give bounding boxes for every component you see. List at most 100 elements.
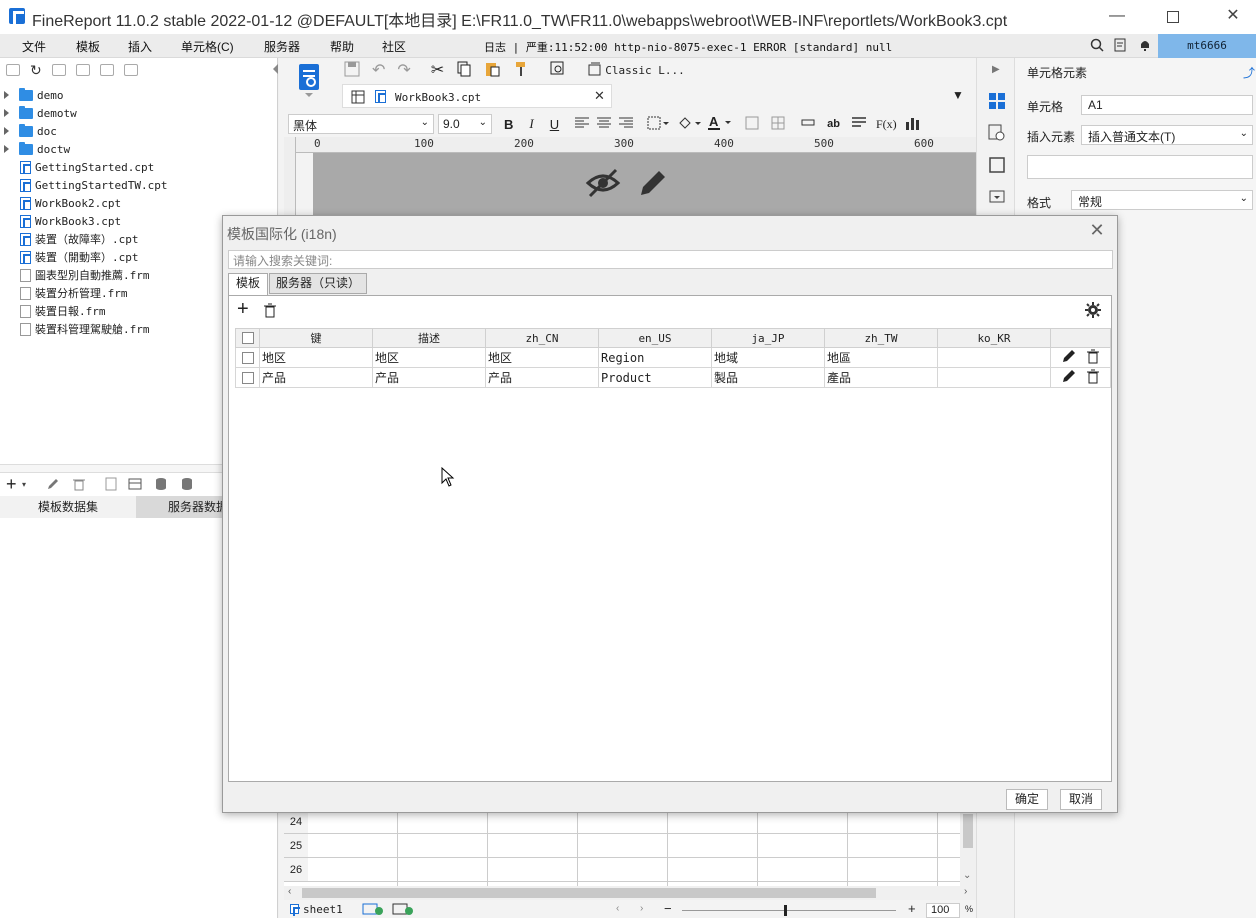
font-select[interactable]: 黑体 ⌄: [288, 114, 434, 134]
scroll-left-icon[interactable]: ‹: [288, 886, 291, 897]
table-cell[interactable]: 製品: [711, 367, 825, 388]
table-row[interactable]: 地区 地区 地区 Region 地域 地區: [235, 347, 1111, 368]
tree-file[interactable]: 圖表型別自動推薦.frm: [4, 266, 150, 284]
insert-element-select[interactable]: 插入普通文本(T) ⌄: [1081, 125, 1253, 145]
tab-server-dataset[interactable]: 服务器数据: [136, 496, 222, 518]
delete-icon[interactable]: [99, 64, 114, 76]
prev-sheet-icon[interactable]: ‹: [616, 903, 619, 914]
edit-dataset-icon[interactable]: [46, 477, 60, 494]
row-checkbox[interactable]: [241, 352, 254, 365]
maximize-icon[interactable]: [1162, 6, 1184, 28]
add-entry-icon[interactable]: +: [237, 299, 249, 319]
settings-gear-icon[interactable]: [1085, 302, 1101, 321]
tab-template-dataset[interactable]: 模板数据集: [0, 496, 136, 518]
table-row[interactable]: 产品 产品 产品 Product 製品 產品: [235, 367, 1111, 388]
font-color-icon[interactable]: A: [707, 114, 733, 134]
tree-file[interactable]: 装置（故障率）.cpt: [4, 230, 139, 248]
expand-arrow-icon[interactable]: [4, 127, 9, 135]
row-header[interactable]: 26: [284, 858, 308, 882]
col-zh-cn[interactable]: zh_CN: [485, 328, 599, 348]
tree-file[interactable]: 裝置科管理駕駛艙.frm: [4, 320, 150, 338]
menu-help[interactable]: 帮助: [330, 38, 354, 55]
zoom-slider-handle[interactable]: [784, 905, 787, 916]
search-icon[interactable]: [1090, 38, 1104, 52]
menu-cell[interactable]: 单元格(C): [181, 38, 234, 55]
vertical-scrollbar[interactable]: ⌄: [960, 810, 976, 886]
edit-doc-icon[interactable]: [1114, 38, 1128, 52]
scroll-down-icon[interactable]: ⌄: [963, 870, 971, 881]
lock-icon[interactable]: [75, 64, 90, 76]
border-icon[interactable]: [647, 116, 670, 133]
format-select[interactable]: 常规 ⌄: [1071, 190, 1253, 210]
tree-folder[interactable]: doc: [4, 122, 57, 140]
search-input[interactable]: 请输入搜索关键词:: [228, 250, 1113, 269]
database-icon[interactable]: [154, 477, 168, 494]
col-ja-jp[interactable]: ja_JP: [711, 328, 825, 348]
next-sheet-icon[interactable]: ›: [640, 903, 643, 914]
table-cell[interactable]: 產品: [824, 367, 938, 388]
sheet-tab[interactable]: sheet1: [303, 903, 343, 916]
table-cell[interactable]: 产品: [259, 367, 373, 388]
save-icon[interactable]: [344, 61, 360, 80]
close-tab-icon[interactable]: ✕: [594, 88, 605, 104]
add-dataset-icon[interactable]: +: [6, 474, 17, 495]
copy-icon[interactable]: [123, 64, 138, 76]
redo-icon[interactable]: ↷: [397, 60, 410, 80]
table-cell[interactable]: Region: [598, 347, 712, 368]
minimize-icon[interactable]: —: [1106, 6, 1128, 28]
col-description[interactable]: 描述: [372, 328, 486, 348]
table-cell[interactable]: 地区: [485, 347, 599, 368]
bell-icon[interactable]: [1138, 38, 1152, 52]
undo-icon[interactable]: ↶: [372, 60, 385, 80]
add-sheet-icon[interactable]: [362, 903, 384, 918]
cell-attr-icon[interactable]: [988, 124, 1006, 145]
insert-row-icon[interactable]: [801, 117, 815, 131]
report-canvas[interactable]: [313, 153, 976, 216]
fill-color-icon[interactable]: [677, 116, 702, 133]
text-icon[interactable]: ab: [827, 118, 840, 130]
tree-file[interactable]: 裝置日報.frm: [4, 302, 106, 320]
scroll-thumb[interactable]: [963, 814, 973, 848]
scroll-right-icon[interactable]: ›: [964, 886, 967, 897]
tree-file[interactable]: 裝置（開動率）.cpt: [4, 248, 139, 266]
dialog-close-icon[interactable]: ✕: [1087, 220, 1107, 240]
ok-button[interactable]: 确定: [1006, 789, 1048, 810]
horizontal-scrollbar[interactable]: ‹ ›: [284, 886, 976, 900]
hscroll-thumb[interactable]: [302, 888, 876, 898]
table-cell[interactable]: 地区: [372, 347, 486, 368]
edit-row-icon[interactable]: [1062, 369, 1076, 386]
merge-cells-icon[interactable]: [745, 116, 759, 133]
cell-element-icon[interactable]: [988, 92, 1006, 113]
italic-icon[interactable]: I: [529, 116, 533, 132]
copy-content-icon[interactable]: [456, 61, 472, 80]
col-key[interactable]: 键: [259, 328, 373, 348]
dataset-table-icon[interactable]: [128, 477, 142, 494]
menu-insert[interactable]: 插入: [128, 38, 152, 55]
widget-icon[interactable]: [988, 156, 1006, 177]
tree-file[interactable]: GettingStartedTW.cpt: [4, 176, 167, 194]
tab-server-readonly[interactable]: 服务器（只读）: [269, 273, 367, 294]
font-size-select[interactable]: 9.0 ⌄: [438, 114, 492, 134]
table-cell[interactable]: 地區: [824, 347, 938, 368]
delete-entry-icon[interactable]: [263, 303, 277, 321]
align-left-icon[interactable]: [575, 117, 590, 132]
user-badge[interactable]: mt6666: [1158, 34, 1256, 58]
tree-file[interactable]: GettingStarted.cpt: [4, 158, 154, 176]
preview-dataset-icon[interactable]: [104, 477, 118, 494]
expand-arrow-icon[interactable]: [4, 145, 9, 153]
underline-icon[interactable]: U: [550, 117, 559, 132]
paste-icon[interactable]: [484, 61, 500, 80]
select-all-checkbox[interactable]: [241, 332, 254, 345]
database-server-icon[interactable]: [180, 477, 194, 494]
open-icon[interactable]: [51, 64, 66, 76]
format-painter-icon[interactable]: [512, 61, 528, 80]
zoom-slider[interactable]: [682, 910, 896, 911]
expand-arrow-icon[interactable]: [4, 109, 9, 117]
menu-template[interactable]: 模板: [76, 38, 100, 55]
tree-folder[interactable]: demotw: [4, 104, 77, 122]
content-input[interactable]: [1027, 155, 1253, 179]
bold-icon[interactable]: B: [504, 117, 513, 132]
align-center-icon[interactable]: [597, 117, 612, 132]
tree-folder[interactable]: doctw: [4, 140, 70, 158]
edit-pencil-icon[interactable]: [637, 167, 669, 202]
